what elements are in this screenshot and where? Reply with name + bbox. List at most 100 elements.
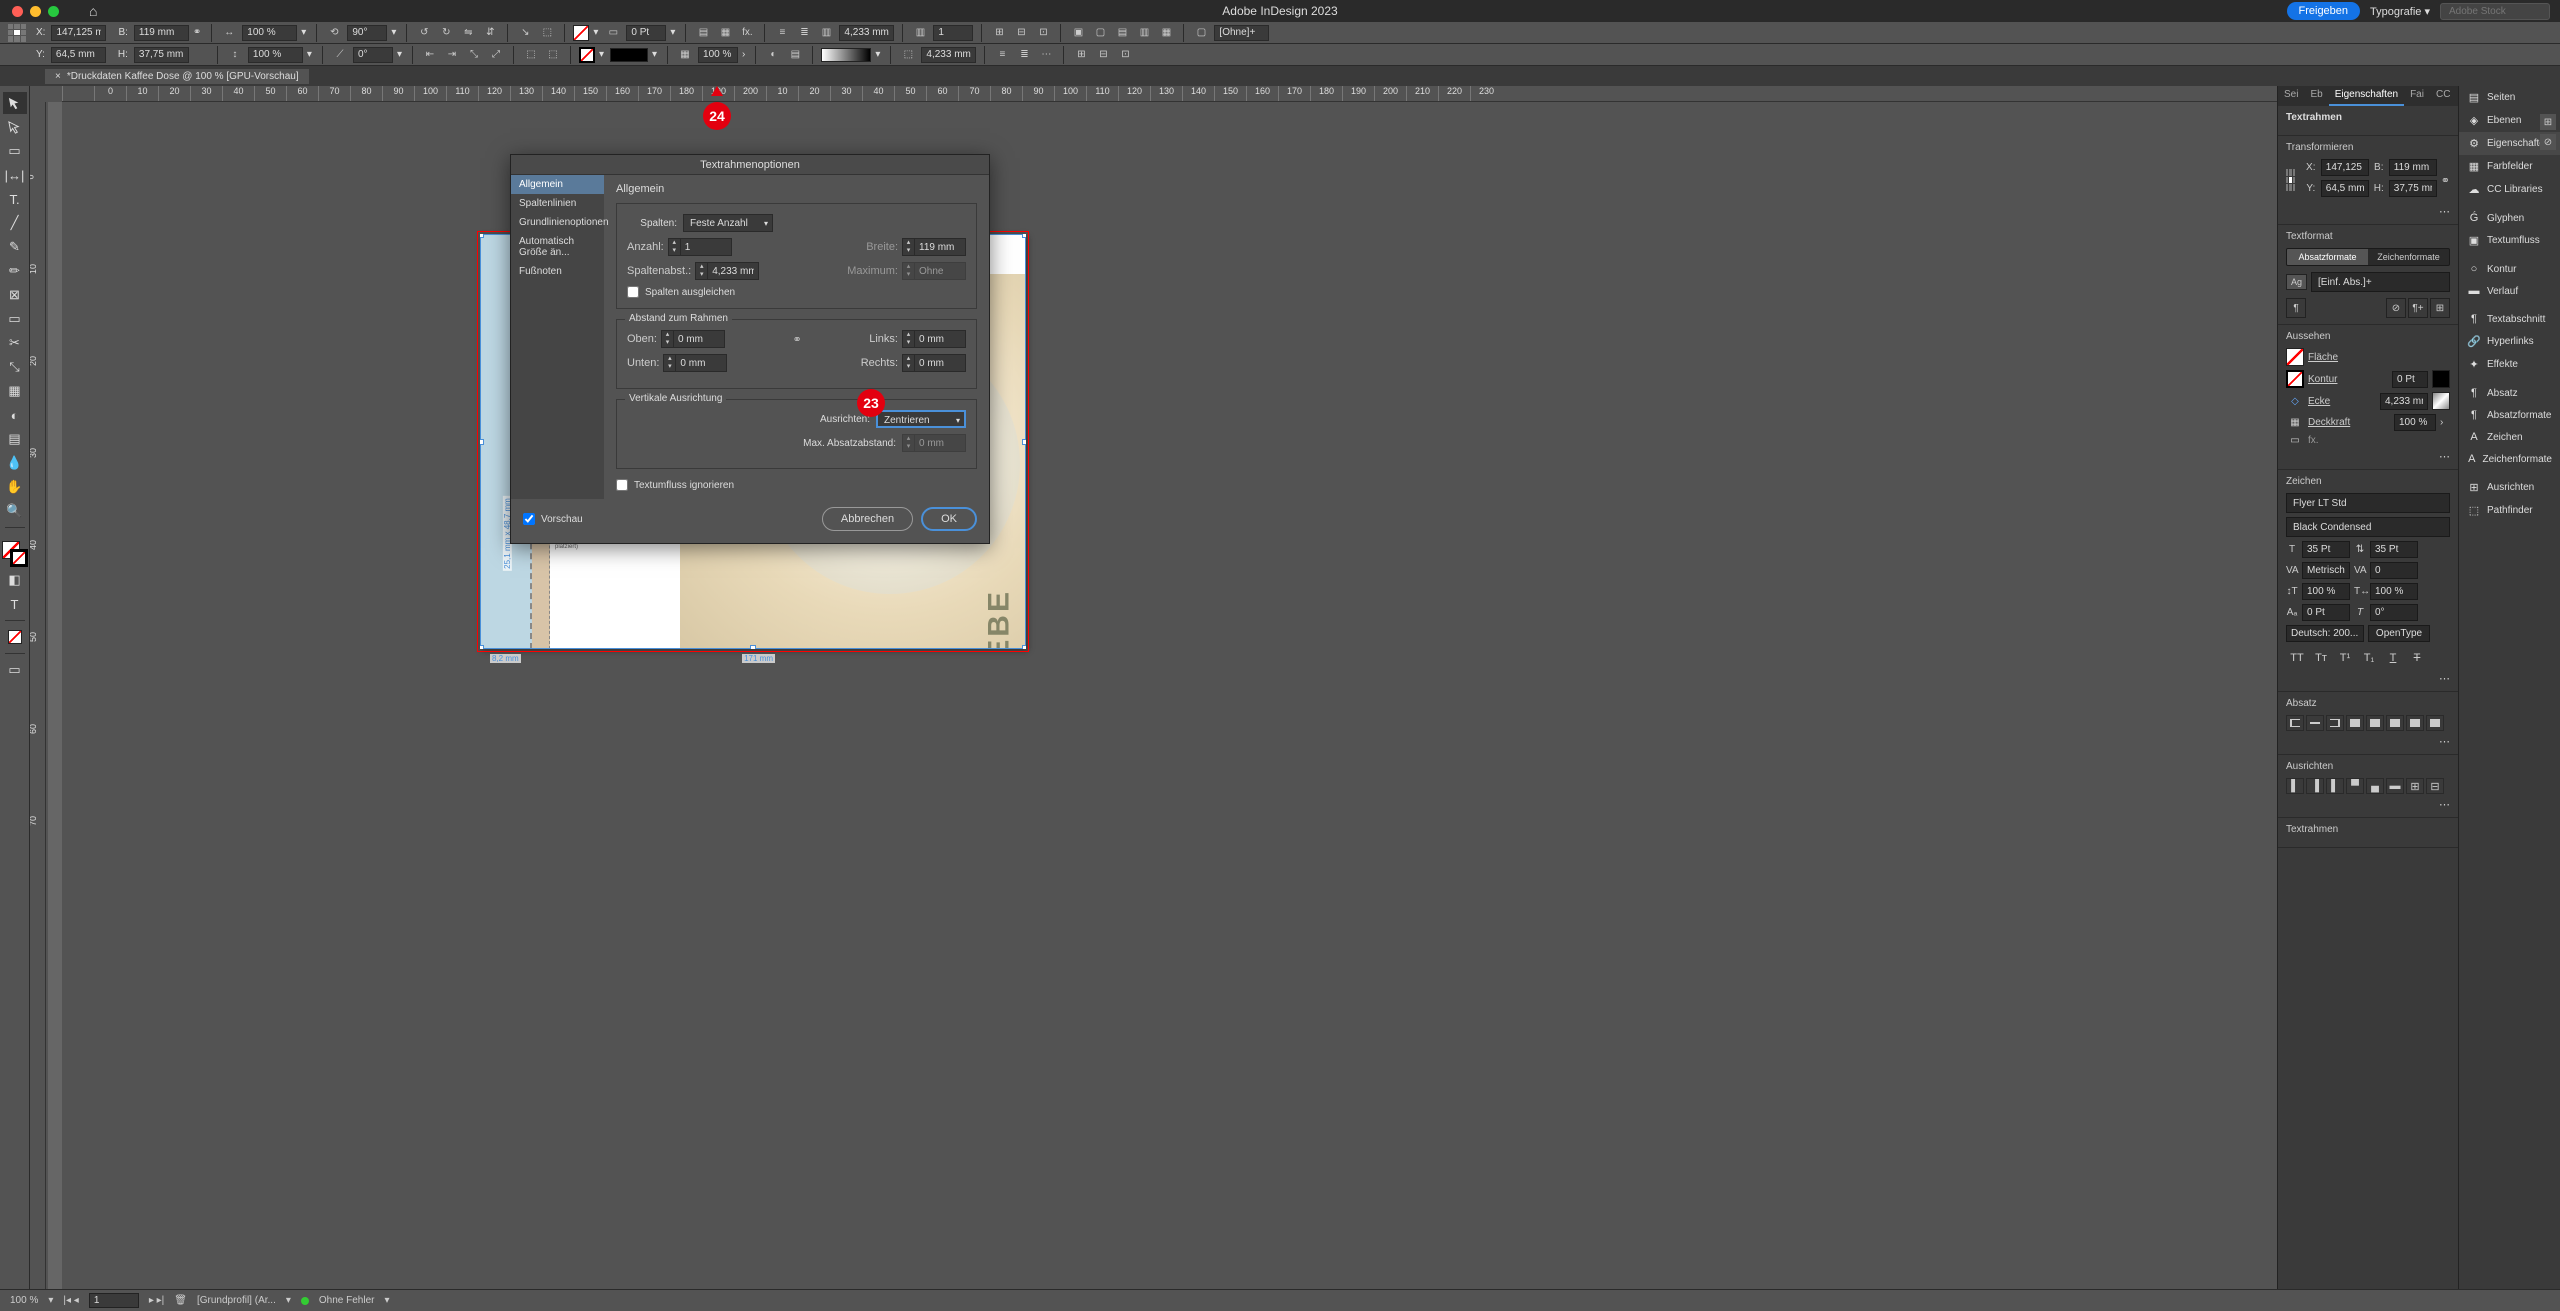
collapsed-panel-seiten[interactable]: ▤Seiten — [2459, 86, 2560, 109]
column-count-input[interactable] — [933, 25, 973, 41]
horizontal-ruler[interactable]: 0102030405060708090100110120130140150160… — [62, 86, 2277, 102]
preflight-errors-label[interactable]: Ohne Fehler — [319, 1295, 375, 1306]
fill-stroke-swatches[interactable] — [2, 541, 28, 567]
fx-icon[interactable]: fx. — [738, 25, 756, 41]
panel-tab[interactable]: Eb — [2304, 86, 2328, 106]
prop-y-input[interactable] — [2321, 180, 2369, 197]
kerning-input[interactable] — [2302, 562, 2350, 579]
width-input[interactable] — [134, 25, 189, 41]
collapsed-panel-textabschnitt[interactable]: ¶Textabschnitt — [2459, 308, 2560, 330]
panel-tab[interactable]: Fai — [2404, 86, 2430, 106]
fill-swatch-mini[interactable] — [2286, 348, 2304, 366]
collapsed-panel-absatzformate[interactable]: ¶Absatzformate — [2459, 404, 2560, 426]
prop-x-input[interactable] — [2321, 159, 2369, 176]
flip-icons[interactable]: ⤡ — [465, 47, 483, 63]
gradient-feather-tool[interactable]: ◐ — [3, 404, 27, 426]
paragraph-style-dropdown[interactable] — [2311, 272, 2450, 292]
font-size-input[interactable] — [2302, 541, 2350, 558]
opacity-input[interactable] — [698, 47, 738, 63]
zoom-tool[interactable]: 🔍 — [3, 500, 27, 522]
y-position-input[interactable] — [51, 47, 106, 63]
collapsed-panel-pathfinder[interactable]: ⬚Pathfinder — [2459, 499, 2560, 522]
line-tool[interactable]: ╱ — [3, 212, 27, 234]
extra-icon[interactable]: ⊘ — [2540, 134, 2556, 150]
page-number-input[interactable] — [89, 1293, 139, 1308]
list-icon[interactable]: ≡ — [993, 47, 1011, 63]
wrap-icon[interactable]: ▣ — [1069, 25, 1087, 41]
skew-char-input[interactable] — [2370, 604, 2418, 621]
flip-icons[interactable]: ⤢ — [487, 47, 505, 63]
ref-point-mini[interactable] — [2286, 169, 2295, 191]
view-mode-icon[interactable]: ▭ — [3, 659, 27, 681]
character-styles-tab[interactable]: Zeichenformate — [2368, 249, 2449, 265]
eyedropper-tool[interactable]: 💧 — [3, 452, 27, 474]
inset-top-stepper[interactable]: ▴▾ — [661, 330, 725, 348]
subscript-button[interactable]: T₁ — [2358, 648, 2380, 668]
gradient-swatch[interactable] — [821, 48, 871, 62]
close-window-button[interactable] — [12, 6, 23, 17]
fill-link[interactable]: Fläche — [2308, 352, 2338, 363]
misc-icon[interactable]: ◐ — [764, 47, 782, 63]
font-family-dropdown[interactable] — [2286, 493, 2450, 513]
default-colors-icon[interactable]: ◧ — [3, 569, 27, 591]
opacity-mini[interactable] — [2394, 414, 2436, 431]
extra-icon[interactable]: ⊞ — [2540, 114, 2556, 130]
rectangle-frame-tool[interactable]: ⊠ — [3, 284, 27, 306]
document-tab[interactable]: × *Druckdaten Kaffee Dose @ 100 % [GPU-V… — [45, 69, 309, 84]
misc-icon[interactable]: ⬚ — [522, 47, 540, 63]
distribute-icon[interactable]: ⊟ — [1094, 47, 1112, 63]
superscript-button[interactable]: T¹ — [2334, 648, 2356, 668]
underline-button[interactable]: T — [2382, 648, 2404, 668]
collapsed-panel-effekte[interactable]: ✦Effekte — [2459, 353, 2560, 376]
collapsed-panel-ausrichten[interactable]: ⊞Ausrichten — [2459, 476, 2560, 499]
rotate-cw-icon[interactable]: ↻ — [437, 25, 455, 41]
selection-tool[interactable] — [3, 92, 27, 114]
inset-left-stepper[interactable]: ▴▾ — [902, 330, 966, 348]
link-wh-icon[interactable]: ⚭ — [193, 27, 201, 38]
gap-tool[interactable]: |↔| — [3, 164, 27, 186]
canvas-area[interactable]: 0102030405060708090100110120130140150160… — [30, 86, 2277, 1289]
flip-icons[interactable]: ⇥ — [443, 47, 461, 63]
column-width-stepper[interactable]: ▴▾ — [902, 238, 966, 256]
font-style-dropdown[interactable] — [2286, 517, 2450, 537]
more-options-icon[interactable]: ⋯ — [2439, 451, 2450, 463]
inset-bottom-stepper[interactable]: ▴▾ — [663, 354, 727, 372]
corner-radius-mini[interactable] — [2380, 393, 2428, 410]
dialog-sidebar-item[interactable]: Allgemein — [511, 175, 604, 194]
wrap-icon[interactable]: ▤ — [1113, 25, 1131, 41]
panel-tab[interactable]: Eigenschaften — [2329, 86, 2404, 106]
flip-v-icon[interactable]: ⇵ — [481, 25, 499, 41]
all-caps-button[interactable]: TT — [2286, 648, 2308, 668]
small-caps-button[interactable]: Tᴛ — [2310, 648, 2332, 668]
fill-color-swatch[interactable] — [573, 25, 589, 41]
corner-icon[interactable]: ⬚ — [538, 25, 556, 41]
more-options-icon[interactable]: ⋯ — [2439, 736, 2450, 748]
ok-button[interactable]: OK — [921, 507, 977, 531]
panel-tab[interactable]: CC — [2430, 86, 2456, 106]
collapsed-panel-zeichenformate[interactable]: AZeichenformate — [2459, 448, 2560, 470]
pencil-tool[interactable]: ✏ — [3, 260, 27, 282]
rotation-input[interactable] — [347, 25, 387, 41]
para-center-icon[interactable]: ≣ — [795, 25, 813, 41]
stroke-color-swatch[interactable] — [579, 47, 595, 63]
collapsed-panel-cc libraries[interactable]: ☁CC Libraries — [2459, 178, 2560, 201]
vertical-align-dropdown[interactable]: Zentrieren — [876, 410, 966, 428]
dialog-sidebar-item[interactable]: Fußnoten — [511, 262, 604, 281]
direct-selection-tool[interactable] — [3, 116, 27, 138]
reference-point-selector[interactable] — [8, 24, 26, 42]
align-icons[interactable]: ⊡ — [1034, 25, 1052, 41]
baseline-input[interactable] — [2302, 604, 2350, 621]
dialog-sidebar-item[interactable]: Spaltenlinien — [511, 194, 604, 213]
columns-type-dropdown[interactable]: Feste Anzahl — [683, 214, 773, 232]
more-options-icon[interactable]: ⋯ — [2439, 673, 2450, 685]
balance-columns-checkbox[interactable] — [627, 286, 639, 298]
misc-icon[interactable]: ▤ — [786, 47, 804, 63]
wrap-icon[interactable]: ▥ — [1135, 25, 1153, 41]
inset-right-stepper[interactable]: ▴▾ — [902, 354, 966, 372]
opacity-link[interactable]: Deckkraft — [2308, 417, 2350, 428]
align-objects-buttons[interactable]: ▌▐▌▀▄▬⊞⊟ — [2286, 778, 2450, 794]
object-style-dropdown[interactable] — [1214, 25, 1269, 41]
stroke-weight-mini[interactable] — [2392, 371, 2428, 388]
maximize-window-button[interactable] — [48, 6, 59, 17]
panel-tab[interactable]: Sei — [2278, 86, 2304, 106]
